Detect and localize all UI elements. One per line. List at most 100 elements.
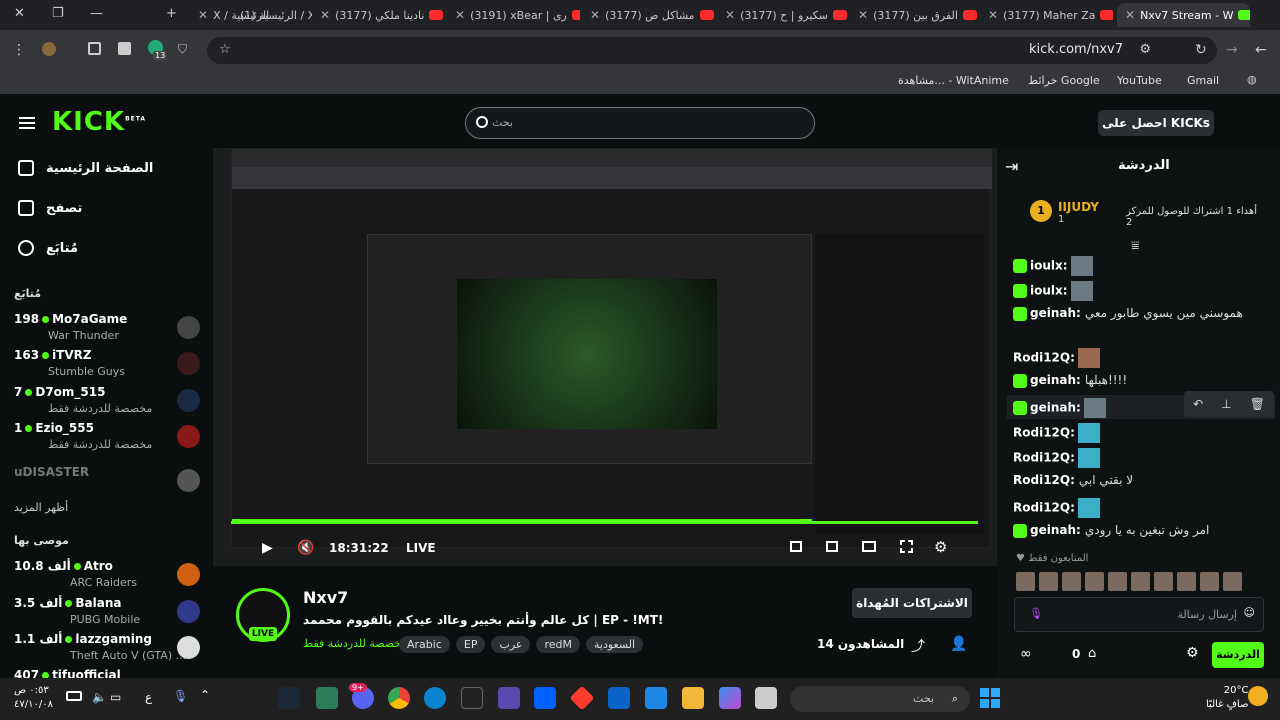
app-window-icon[interactable] (755, 687, 777, 709)
video-progress-bar[interactable] (231, 521, 978, 524)
emote[interactable] (1108, 572, 1127, 591)
restore-window-icon[interactable]: ❐ (52, 6, 64, 21)
chat-message[interactable]: Rodi12Q: (1013, 348, 1263, 368)
sidebar-item-following[interactable]: مُتابَع (18, 240, 78, 256)
chat-username[interactable]: Rodi12Q: (1013, 501, 1075, 515)
delete-icon[interactable]: 🗑 (1250, 397, 1265, 411)
tab-youtube-1[interactable]: ✕ (3177) نادينا ملكي (320, 3, 445, 27)
chat-username[interactable]: geinah: (1030, 373, 1081, 387)
new-tab-icon[interactable]: + (166, 6, 177, 21)
clip-icon[interactable] (826, 541, 838, 552)
chat-username[interactable]: ioulx: (1030, 284, 1068, 298)
taskbar-search[interactable]: بحث ⌕ (790, 686, 970, 712)
copilot-icon[interactable] (719, 687, 741, 709)
tab-youtube-3[interactable]: ✕ (3177) مشاكل ص (590, 3, 715, 27)
chat-username[interactable]: ioulx: (1030, 259, 1068, 273)
close-window-icon[interactable]: ✕ (14, 6, 25, 21)
emote[interactable] (1039, 572, 1058, 591)
star-icon[interactable]: ☆ (219, 42, 231, 57)
chat-username[interactable]: Rodi12Q: (1013, 473, 1075, 487)
gift-icon[interactable]: ⌂ (1088, 646, 1096, 661)
chat-message[interactable]: geinah: امر وش تبغين به يا رودي (1013, 523, 1263, 543)
reload-icon[interactable]: ↻ (1195, 42, 1207, 58)
tag[interactable]: عرب (491, 636, 531, 653)
fullscreen-icon[interactable] (900, 540, 913, 553)
forward-icon[interactable]: → (1226, 42, 1238, 58)
share-icon[interactable]: ⤴ (911, 636, 925, 656)
volume-icon[interactable]: 🔈 (92, 690, 107, 704)
tab-youtube-5[interactable]: ✕ (3177) الفرق بين (858, 3, 983, 27)
video-player[interactable] (213, 148, 997, 566)
stream-category[interactable]: مخصصة للدردشة فقط (303, 637, 407, 650)
tag[interactable]: EP (455, 636, 486, 653)
reply-icon[interactable]: ↶ (1193, 397, 1203, 411)
tab-kick-active[interactable]: ✕ Nxv7 Stream - W (1117, 3, 1250, 27)
miniplayer-icon[interactable] (790, 541, 802, 552)
bookmark-gmail[interactable]: Gmail (1187, 74, 1219, 87)
emote[interactable] (1131, 572, 1150, 591)
emote[interactable] (1154, 572, 1173, 591)
epic-games-icon[interactable] (461, 687, 483, 709)
tab-youtube-6[interactable]: ✕ (3177) Maher Za (988, 3, 1113, 27)
globe-icon[interactable]: ◍ (1247, 73, 1257, 86)
mic-icon[interactable]: 🎙 (1029, 607, 1043, 620)
followed-channel[interactable]: 1 Ezio_555 مخصصة للدردشة فقط (14, 421, 204, 455)
taskbar-clock[interactable]: ٠:٥٣ ص ٤٧/١٠/٠٨ (14, 684, 53, 712)
followed-channel[interactable]: 7 D7om_515 مخصصة للدردشة فقط (14, 385, 204, 419)
chat-username[interactable]: Rodi12Q: (1013, 351, 1075, 365)
chrome-icon[interactable] (388, 687, 410, 709)
address-bar[interactable]: ☆ kick.com/nxv7 ⚙ (207, 37, 1217, 64)
tag[interactable]: Arabic (399, 636, 450, 653)
battery-icon[interactable] (66, 691, 82, 701)
store-icon[interactable] (645, 687, 667, 709)
search-input[interactable]: بحث (465, 107, 815, 139)
tag[interactable]: السعودية (586, 636, 644, 653)
settings-gear-icon[interactable]: ⚙ (934, 538, 947, 556)
chat-username[interactable]: Rodi12Q: (1013, 451, 1075, 465)
gamebar-icon[interactable] (316, 687, 338, 709)
chat-username[interactable]: geinah: (1030, 401, 1081, 415)
emoji-icon[interactable]: ☺ (1244, 606, 1255, 619)
collapse-chat-icon[interactable]: ⇥ (1005, 157, 1018, 176)
chat-message[interactable]: Rodi12Q: (1013, 423, 1263, 443)
recommended-channel[interactable]: 10.8 ألف Atro ARC Raiders (14, 559, 204, 593)
bookmark-witanime[interactable]: مشاهدة... - WitAnime (898, 74, 1009, 87)
follow-icon[interactable]: 👤 (950, 636, 967, 652)
theater-mode-icon[interactable] (862, 541, 876, 552)
site-settings-icon[interactable]: ⚙ (1139, 42, 1151, 57)
emote[interactable] (1177, 572, 1196, 591)
bookmark-youtube[interactable]: YouTube (1117, 74, 1162, 87)
kick-logo[interactable]: KICKBETA (52, 107, 146, 137)
tab-youtube-2[interactable]: ✕ (3191) xBear | ری (455, 3, 580, 27)
shield-icon[interactable]: ⛉ (178, 42, 187, 57)
play-icon[interactable]: ▶ (262, 540, 273, 556)
mute-icon[interactable]: 🔇 (297, 540, 314, 556)
chat-filter-icon[interactable]: ⩸ (1131, 238, 1140, 254)
chat-message[interactable]: geinah: هموسني مين يسوي طابور معي (1013, 306, 1263, 326)
recommended-channel[interactable]: 407 tifuofficial (14, 668, 204, 678)
microphone-icon[interactable]: 🎙 (173, 689, 188, 703)
chat-message[interactable]: ioulx: (1013, 281, 1263, 301)
recommended-channel[interactable]: 3.5 ألف Balana PUBG Mobile (14, 596, 204, 630)
weather-widget[interactable]: 20°C صافٍ غالبًا (1206, 684, 1248, 712)
language-indicator[interactable]: ع (145, 690, 152, 704)
emote[interactable] (1223, 572, 1242, 591)
network-icon[interactable]: ▭ (110, 690, 121, 704)
followed-channel[interactable]: 163 iTVRZ Stumble Guys (14, 348, 204, 382)
file-explorer-icon[interactable] (682, 687, 704, 709)
get-kicks-button[interactable]: احصل على KICKs (1098, 110, 1214, 136)
emote[interactable] (1062, 572, 1081, 591)
channel-name[interactable]: Nxv7 (303, 588, 348, 607)
sidebar-item-home[interactable]: الصفحة الرئيسية (18, 160, 153, 176)
edge-icon[interactable] (424, 687, 446, 709)
windows-start-icon[interactable] (980, 688, 1000, 708)
chat-send-button[interactable]: الدردشة (1212, 642, 1264, 668)
tray-chevron-icon[interactable]: ⌃ (200, 688, 210, 702)
chat-message[interactable]: Rodi12Q: لا بقتي ابي (1013, 473, 1263, 493)
emote[interactable] (1200, 572, 1219, 591)
chat-message[interactable]: Rodi12Q: (1013, 498, 1263, 518)
show-more-link[interactable]: أظهر المزيد (14, 501, 68, 514)
emote[interactable] (1085, 572, 1104, 591)
live-indicator[interactable]: LIVE (406, 541, 436, 555)
tab-youtube-4[interactable]: ✕ (3177) سكيرو | ح (725, 3, 850, 27)
